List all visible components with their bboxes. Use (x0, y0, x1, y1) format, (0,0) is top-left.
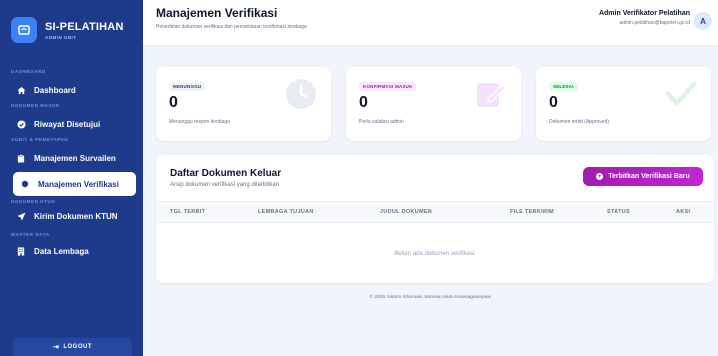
section-dokumen-masuk: DOKUMEN MASUK (11, 103, 60, 108)
sidebar-item-manajemen-verifikasi[interactable]: Manajemen Verifikasi (13, 172, 136, 196)
section-dashboard: DASHBOARD (11, 69, 46, 74)
section-master-data: MASTER DATA (11, 232, 50, 237)
sidebar-item-label: Riwayat Disetujui (34, 119, 101, 129)
check-circle-icon (15, 119, 27, 129)
panel-subtitle: Arsip dokumen verifikasi yang diterbitka… (170, 182, 280, 188)
sidebar-item-label: Kirim Dokumen KTUN (34, 211, 118, 221)
sidebar-item-manajemen-survailen[interactable]: Manajemen Survailen (11, 149, 135, 167)
stat-value: 0 (549, 94, 558, 111)
stat-caption: Perlu validasi admin (359, 119, 404, 125)
plus-icon: + (596, 173, 604, 180)
column-header-tgl-terbit: TGL TERBIT (170, 209, 206, 215)
sidebar: SI-PELATIHAN ADMIN UNIT DASHBOARD Dashbo… (0, 0, 143, 356)
column-header-file-terkirim: FILE TERKIRIM (510, 209, 554, 215)
logout-icon: ⇥ (52, 344, 60, 351)
logout-button[interactable]: ⇥ LOGOUT (13, 338, 132, 356)
top-header: Manajemen Verifikasi Penerbitan dokumen … (143, 0, 718, 46)
brand-subtitle: ADMIN UNIT (45, 34, 77, 40)
page-title: Manajemen Verifikasi (156, 6, 278, 20)
sidebar-item-label: Manajemen Verifikasi (38, 179, 119, 189)
brand-logo-icon (11, 17, 37, 43)
sidebar-item-riwayat-disetujui[interactable]: Riwayat Disetujui (11, 115, 135, 133)
brand: SI-PELATIHAN ADMIN UNIT (0, 0, 143, 60)
stat-value: 0 (359, 94, 368, 111)
stat-card-menunggu: MENUNGGU 0 Menunggu respon lembaga (156, 67, 331, 141)
documents-panel: Daftar Dokumen Keluar Arsip dokumen veri… (156, 155, 714, 283)
button-label: Terbitkan Verifikasi Baru (608, 173, 690, 180)
sidebar-item-label: Manajemen Survailen (34, 153, 116, 163)
stat-caption: Dokumen terbit (Approved) (549, 119, 610, 125)
clock-icon (285, 78, 317, 115)
issue-verification-button[interactable]: + Terbitkan Verifikasi Baru (583, 167, 703, 186)
checkmark-icon (665, 78, 697, 115)
home-icon (15, 86, 27, 95)
edit-icon (475, 78, 507, 115)
stat-card-selesai: SELESAI 0 Dokumen terbit (Approved) (536, 67, 711, 141)
table-header: TGL TERBIT LEMBAGA TUJUAN JUDUL DOKUMEN … (156, 201, 714, 223)
section-dokumen-ktun: DOKUMEN KTUN (11, 199, 56, 204)
status-badge: MENUNGGU (169, 82, 206, 91)
brand-title: SI-PELATIHAN (45, 20, 124, 33)
send-icon (15, 211, 27, 221)
bullet-icon (19, 180, 31, 188)
footer-copyright: © 2026 Sistem Informasi Jaminan Mutu Ket… (369, 295, 492, 300)
section-audit: AUDIT & PEMETAPAN (11, 137, 69, 142)
sidebar-item-dashboard[interactable]: Dashboard (11, 81, 135, 99)
stat-caption: Menunggu respon lembaga (169, 119, 230, 125)
logout-label: LOGOUT (63, 344, 93, 350)
status-badge: SELESAI (549, 82, 578, 91)
user-info[interactable]: Admin Verifikator Pelatihan admin.pelati… (599, 10, 690, 26)
user-name: Admin Verifikator Pelatihan (598, 10, 690, 17)
status-badge: KONFIRMASI MASUK (359, 82, 417, 91)
stat-card-konfirmasi: KONFIRMASI MASUK 0 Perlu validasi admin (346, 67, 521, 141)
sidebar-item-data-lembaga[interactable]: Data Lembaga (11, 242, 135, 260)
empty-state-text: Belum ada dokumen verifikasi. (394, 251, 476, 257)
stat-value: 0 (169, 94, 178, 111)
sidebar-item-label: Dashboard (34, 85, 76, 95)
column-header-status: STATUS (607, 209, 630, 215)
sidebar-item-label: Data Lembaga (34, 246, 89, 256)
building-icon (15, 246, 27, 256)
clipboard-icon (15, 153, 27, 163)
avatar[interactable]: A (694, 12, 712, 30)
sidebar-item-kirim-dokumen-ktun[interactable]: Kirim Dokumen KTUN (11, 207, 135, 225)
column-header-judul-dokumen: JUDUL DOKUMEN (380, 209, 433, 215)
page-subtitle: Penerbitan dokumen verifikasi dan pemant… (156, 24, 307, 30)
panel-title: Daftar Dokumen Keluar (170, 168, 282, 179)
column-header-aksi: AKSI (676, 209, 691, 215)
column-header-lembaga-tujuan: LEMBAGA TUJUAN (258, 209, 314, 215)
user-email: admin.pelatihan@bapeten.go.id (619, 20, 690, 26)
